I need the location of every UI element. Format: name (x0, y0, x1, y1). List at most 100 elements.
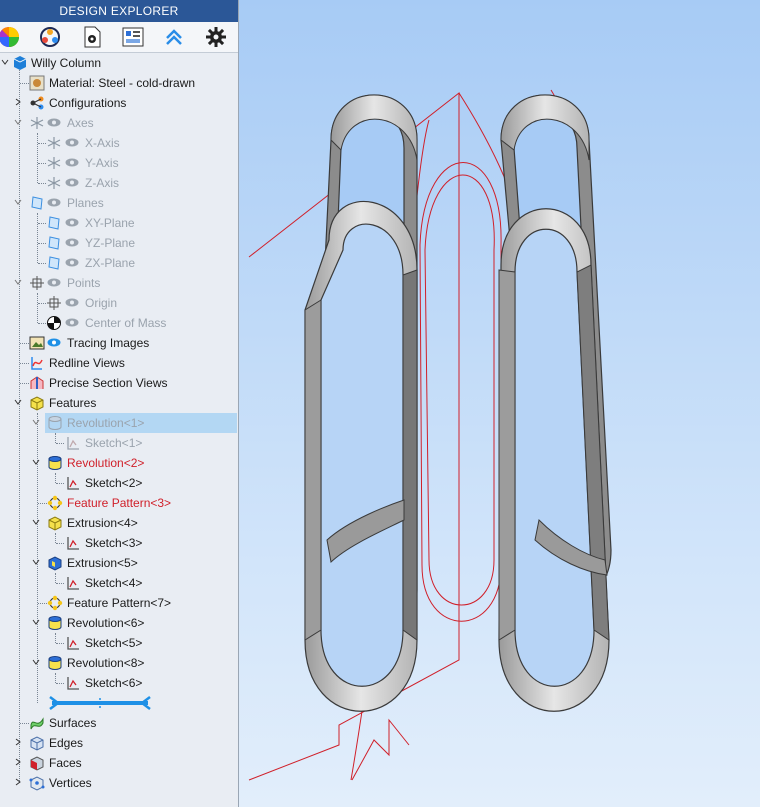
rollback-bar[interactable] (0, 693, 238, 713)
eye-icon[interactable] (65, 158, 79, 167)
eye-icon[interactable] (65, 218, 79, 227)
plane-icon (48, 256, 60, 270)
model-render (248, 89, 612, 781)
points-icon (30, 276, 44, 290)
tree-item-xy-plane[interactable]: XY-Plane (0, 213, 238, 233)
origin-icon (47, 296, 61, 310)
parts-icon[interactable] (37, 25, 63, 49)
tree-item-tracing-images[interactable]: Tracing Images (0, 333, 238, 353)
tree-item-zx-plane[interactable]: ZX-Plane (0, 253, 238, 273)
revolution-icon (48, 416, 62, 430)
sketch-icon (67, 637, 79, 650)
axes-icon (30, 117, 44, 129)
tree-item-origin[interactable]: Origin (0, 293, 238, 313)
eye-icon[interactable] (47, 278, 61, 287)
tree-item-vertices[interactable]: Vertices (0, 773, 238, 793)
tree-item-precise-section-views[interactable]: Precise Section Views (0, 373, 238, 393)
sketch-icon (67, 577, 79, 590)
pattern-icon (47, 595, 63, 611)
tree-label: Willy Column (31, 56, 102, 70)
sketch-icon (67, 477, 79, 490)
tree-item-sketch-3[interactable]: Sketch<3> (0, 533, 238, 553)
sketch-icon (67, 677, 79, 690)
tree-item-willy-column[interactable]: Willy Column (0, 53, 238, 73)
revolution-icon (48, 616, 62, 630)
vertices-icon (29, 776, 45, 791)
tree-item-material[interactable]: Material: Steel - cold-drawn (0, 73, 238, 93)
eye-icon[interactable] (47, 338, 61, 347)
planes-icon (31, 196, 43, 210)
extrusion-icon (48, 516, 62, 531)
eye-icon[interactable] (65, 318, 79, 327)
faces-icon (30, 756, 44, 771)
revolution-icon (48, 656, 62, 670)
color-wheel-icon[interactable] (0, 25, 22, 49)
tree-item-y-axis[interactable]: Y-Axis (0, 153, 238, 173)
eye-icon[interactable] (47, 198, 61, 207)
tree-item-feature-pattern-7[interactable]: Feature Pattern<7> (0, 593, 238, 613)
axis-icon (47, 137, 61, 149)
features-icon (30, 396, 44, 411)
material-icon (29, 75, 45, 91)
extrusion-cut-icon (48, 556, 62, 571)
tree-item-yz-plane[interactable]: YZ-Plane (0, 233, 238, 253)
tree-item-axes[interactable]: Axes (0, 113, 238, 133)
plane-icon (48, 216, 60, 230)
document-gear-icon[interactable] (79, 25, 105, 49)
tree-item-sketch-5[interactable]: Sketch<5> (0, 633, 238, 653)
tree-item-sketch-4[interactable]: Sketch<4> (0, 573, 238, 593)
eye-icon[interactable] (65, 178, 79, 187)
left-front-loop (304, 200, 418, 712)
tree-item-z-axis[interactable]: Z-Axis (0, 173, 238, 193)
eye-icon[interactable] (65, 258, 79, 267)
eye-icon[interactable] (47, 118, 61, 127)
tree-item-configurations[interactable]: Configurations (0, 93, 238, 113)
plane-icon (48, 236, 60, 250)
explorer-toolbar (0, 22, 238, 53)
tree-item-revolution-2[interactable]: Revolution<2> (0, 453, 238, 473)
tree-item-center-of-mass[interactable]: Center of Mass (0, 313, 238, 333)
center-of-mass-icon (47, 316, 61, 330)
tree-item-revolution-8[interactable]: Revolution<8> (0, 653, 238, 673)
eye-icon[interactable] (65, 298, 79, 307)
eye-icon[interactable] (65, 138, 79, 147)
tree-item-revolution-1[interactable]: Revolution<1> (0, 413, 238, 433)
tree-item-surfaces[interactable]: Surfaces (0, 713, 238, 733)
revolution-icon (48, 456, 62, 470)
3d-viewport[interactable] (239, 0, 760, 807)
tree-item-extrusion-4[interactable]: Extrusion<4> (0, 513, 238, 533)
configurations-icon (30, 96, 44, 110)
image-icon (29, 336, 45, 350)
tree-item-faces[interactable]: Faces (0, 753, 238, 773)
feature-tree: Willy Column Material: Steel - cold-draw… (0, 53, 238, 807)
tree-item-sketch-1[interactable]: Sketch<1> (0, 433, 238, 453)
tree-item-sketch-6[interactable]: Sketch<6> (0, 673, 238, 693)
surfaces-icon (30, 717, 44, 730)
tree-item-redline-views[interactable]: Redline Views (0, 353, 238, 373)
axis-icon (47, 177, 61, 189)
layout-icon[interactable] (120, 25, 146, 49)
pattern-icon (47, 495, 63, 511)
section-view-icon (30, 376, 44, 389)
gear-icon[interactable] (203, 25, 229, 49)
tree-item-x-axis[interactable]: X-Axis (0, 133, 238, 153)
panel-title: DESIGN EXPLORER (0, 0, 238, 22)
tree-item-edges[interactable]: Edges (0, 733, 238, 753)
right-front-loop (498, 208, 610, 712)
tree-item-points[interactable]: Points (0, 273, 238, 293)
eye-icon[interactable] (65, 238, 79, 247)
tree-item-sketch-2[interactable]: Sketch<2> (0, 473, 238, 493)
tree-item-extrusion-5[interactable]: Extrusion<5> (0, 553, 238, 573)
redline-icon (31, 357, 43, 370)
sketch-icon (67, 537, 79, 550)
tree-item-features[interactable]: Features (0, 393, 238, 413)
tree-item-feature-pattern-3[interactable]: Feature Pattern<3> (0, 493, 238, 513)
part-icon (13, 56, 27, 70)
sketch-icon (67, 437, 79, 450)
axis-icon (47, 157, 61, 169)
design-explorer-panel: DESIGN EXPLORER Willy Column Material: S… (0, 0, 239, 807)
edges-icon (30, 736, 44, 751)
tree-item-revolution-6[interactable]: Revolution<6> (0, 613, 238, 633)
tree-item-planes[interactable]: Planes (0, 193, 238, 213)
collapse-up-icon[interactable] (161, 25, 187, 49)
